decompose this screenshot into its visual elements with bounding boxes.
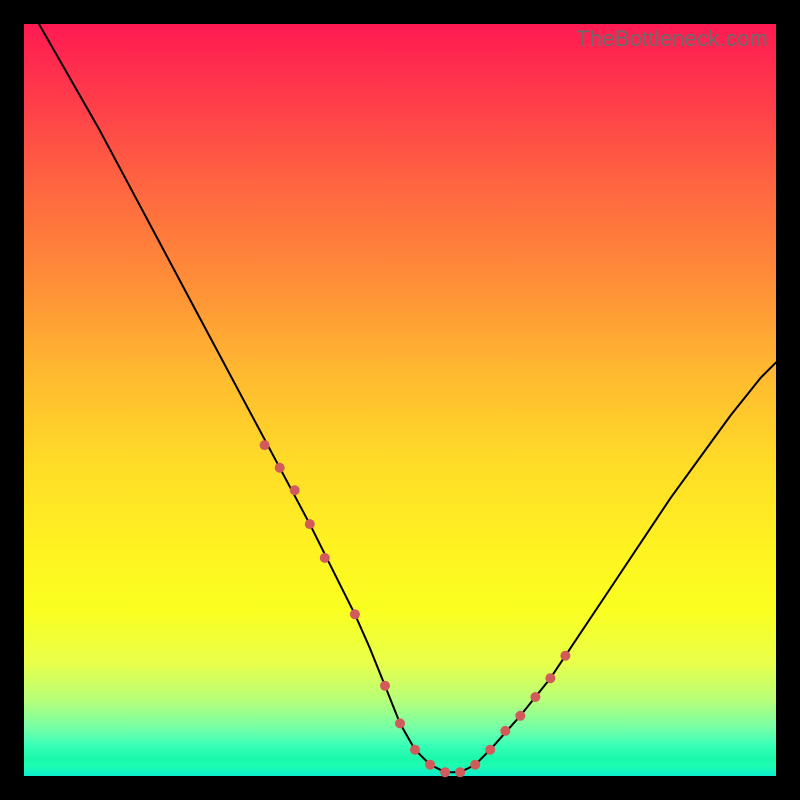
valley-dots <box>260 440 571 777</box>
valley-dot <box>290 485 300 495</box>
valley-dot <box>320 553 330 563</box>
valley-dot <box>350 609 360 619</box>
valley-dot <box>515 711 525 721</box>
valley-dot <box>470 760 480 770</box>
valley-dot <box>410 745 420 755</box>
valley-dot <box>500 726 510 736</box>
valley-dot <box>560 651 570 661</box>
valley-dot <box>380 681 390 691</box>
valley-dot <box>275 463 285 473</box>
valley-dot <box>260 440 270 450</box>
valley-dot <box>455 767 465 777</box>
curve-svg <box>24 24 776 776</box>
valley-dot <box>530 692 540 702</box>
valley-dot <box>545 673 555 683</box>
plot-area: TheBottleneck.com <box>24 24 776 776</box>
valley-dot <box>485 745 495 755</box>
watermark-text: TheBottleneck.com <box>576 26 768 52</box>
valley-dot <box>440 767 450 777</box>
valley-dot <box>425 760 435 770</box>
bottleneck-curve <box>39 24 776 772</box>
chart-frame: { "watermark": "TheBottleneck.com", "col… <box>0 0 800 800</box>
valley-dot <box>305 519 315 529</box>
valley-dot <box>395 718 405 728</box>
